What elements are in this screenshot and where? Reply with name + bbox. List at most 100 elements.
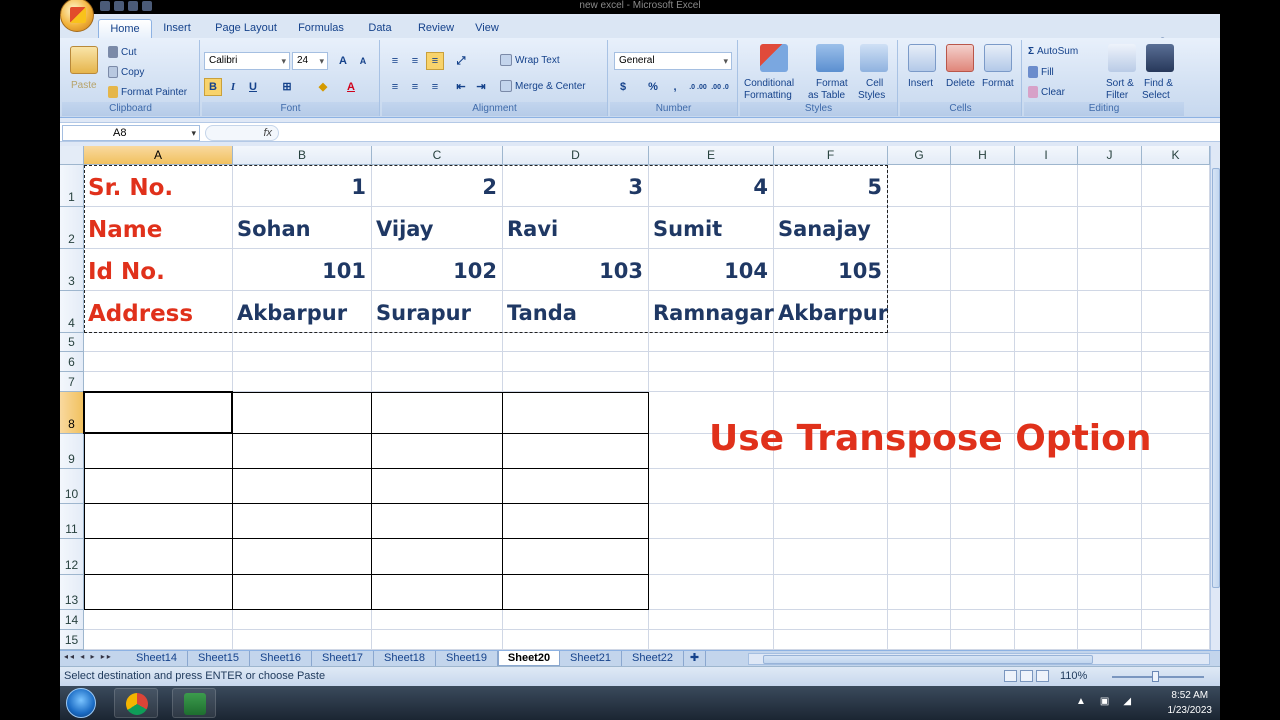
vertical-scrollbar[interactable]: [1210, 146, 1220, 650]
cell-styles-button[interactable]: Cell: [866, 78, 883, 89]
percent-button[interactable]: %: [644, 78, 662, 96]
italic-button[interactable]: I: [224, 78, 242, 96]
decrease-decimal-button[interactable]: .00 .0: [710, 78, 730, 96]
sort-filter-button[interactable]: Sort &: [1106, 78, 1134, 89]
row-header-10[interactable]: 10: [60, 469, 84, 504]
row-header-6[interactable]: 6: [60, 352, 84, 372]
bold-button[interactable]: B: [204, 78, 222, 96]
increase-decimal-button[interactable]: .0 .00: [688, 78, 708, 96]
row-header-8[interactable]: 8: [60, 392, 84, 434]
row-header-2[interactable]: 2: [60, 207, 84, 249]
redo-icon[interactable]: [128, 1, 138, 11]
column-header-j[interactable]: J: [1078, 146, 1142, 165]
vertical-scroll-thumb[interactable]: [1212, 168, 1220, 588]
align-right-icon[interactable]: ≡: [426, 78, 444, 96]
font-name-select[interactable]: Calibri: [204, 52, 290, 70]
orientation-icon[interactable]: ⤢: [452, 52, 470, 70]
column-header-c[interactable]: C: [372, 146, 503, 165]
column-header-a[interactable]: A: [84, 146, 233, 165]
print-icon[interactable]: [142, 1, 152, 11]
row-header-7[interactable]: 7: [60, 372, 84, 392]
paste-icon[interactable]: [70, 46, 98, 74]
conditional-formatting-button[interactable]: Conditional: [744, 78, 794, 89]
fill-color-icon[interactable]: ◆: [314, 78, 332, 96]
zoom-level[interactable]: 110%: [1060, 670, 1087, 682]
row-header-1[interactable]: 1: [60, 165, 84, 207]
network-icon[interactable]: ▣: [1100, 696, 1109, 707]
row-header-3[interactable]: 3: [60, 249, 84, 291]
start-button-icon[interactable]: [66, 688, 96, 718]
decrease-indent-icon[interactable]: ⇤: [452, 78, 470, 96]
row-header-13[interactable]: 13: [60, 575, 84, 610]
merge-center-button[interactable]: Merge & Center: [500, 80, 586, 92]
column-header-g[interactable]: G: [888, 146, 951, 165]
increase-indent-icon[interactable]: ⇥: [472, 78, 490, 96]
insert-cells-button[interactable]: Insert: [908, 78, 933, 89]
row-header-11[interactable]: 11: [60, 504, 84, 539]
column-header-f[interactable]: F: [774, 146, 888, 165]
row-header-9[interactable]: 9: [60, 434, 84, 469]
undo-icon[interactable]: [114, 1, 124, 11]
select-all-corner[interactable]: [60, 146, 84, 165]
row-header-4[interactable]: 4: [60, 291, 84, 333]
font-color-icon[interactable]: A: [342, 78, 360, 96]
sheet-tab-sheet16[interactable]: Sheet16: [250, 651, 312, 666]
volume-icon[interactable]: ◢: [1123, 696, 1131, 707]
align-left-icon[interactable]: ≡: [386, 78, 404, 96]
delete-cells-button[interactable]: Delete: [946, 78, 975, 89]
tab-page-layout[interactable]: Page Layout: [210, 19, 282, 38]
tab-insert[interactable]: Insert: [156, 19, 198, 38]
fill-button[interactable]: Fill: [1028, 66, 1054, 78]
sheet-tab-sheet17[interactable]: Sheet17: [312, 651, 374, 666]
borders-icon[interactable]: ⊞: [278, 78, 296, 96]
find-select-button[interactable]: Find &: [1144, 78, 1173, 89]
wrap-text-button[interactable]: Wrap Text: [500, 54, 560, 66]
format-as-table-button[interactable]: Format: [816, 78, 848, 89]
underline-button[interactable]: U: [244, 78, 262, 96]
format-painter-button[interactable]: Format Painter: [108, 86, 187, 98]
grow-font-icon[interactable]: A: [334, 52, 352, 70]
tab-view[interactable]: View: [470, 19, 504, 38]
copy-button[interactable]: Copy: [108, 66, 144, 78]
font-size-select[interactable]: 24: [292, 52, 328, 70]
tray-arrow-icon[interactable]: ▲: [1076, 696, 1086, 707]
page-layout-view-icon[interactable]: [1020, 670, 1033, 682]
cut-button[interactable]: Cut: [108, 46, 137, 58]
align-center-icon[interactable]: ≡: [406, 78, 424, 96]
row-header-12[interactable]: 12: [60, 539, 84, 575]
tab-review[interactable]: Review: [412, 19, 460, 38]
zoom-slider-knob[interactable]: [1152, 671, 1159, 682]
row-header-15[interactable]: 15: [60, 630, 84, 650]
sheet-tab-sheet20[interactable]: Sheet20: [498, 651, 560, 666]
autosum-button[interactable]: Σ AutoSum: [1028, 46, 1078, 57]
active-cell-a8[interactable]: [83, 391, 233, 434]
comma-button[interactable]: ,: [666, 78, 684, 96]
sheet-tab-sheet18[interactable]: Sheet18: [374, 651, 436, 666]
worksheet-grid[interactable]: A B C D E F G H I J K 1 2 3 4 5 6 7 8 9 10 11 12 13 14 15 Sr. No. 1…: [60, 146, 1210, 650]
align-bottom-icon[interactable]: ≡: [426, 52, 444, 70]
sheet-tab-sheet19[interactable]: Sheet19: [436, 651, 498, 666]
name-box[interactable]: A8: [62, 125, 200, 141]
page-break-view-icon[interactable]: [1036, 670, 1049, 682]
excel-taskbar-button[interactable]: [172, 688, 216, 718]
column-header-d[interactable]: D: [503, 146, 649, 165]
format-cells-button[interactable]: Format: [982, 78, 1014, 89]
number-format-select[interactable]: General: [614, 52, 732, 70]
horizontal-scroll-thumb[interactable]: [763, 655, 1093, 664]
column-header-k[interactable]: K: [1142, 146, 1210, 165]
column-header-h[interactable]: H: [951, 146, 1015, 165]
fx-icon[interactable]: fx: [205, 125, 279, 141]
sheet-nav-arrows-icon[interactable]: ◂◂ ◂ ▸ ▸▸: [64, 652, 113, 661]
column-header-i[interactable]: I: [1015, 146, 1078, 165]
taskbar-clock[interactable]: 8:52 AM 1/23/2023: [1168, 688, 1213, 718]
save-icon[interactable]: [100, 1, 110, 11]
row-header-14[interactable]: 14: [60, 610, 84, 630]
formula-input[interactable]: [282, 125, 1212, 141]
clear-button[interactable]: Clear: [1028, 86, 1065, 98]
shrink-font-icon[interactable]: A: [354, 52, 372, 70]
align-middle-icon[interactable]: ≡: [406, 52, 424, 70]
sheet-tab-sheet22[interactable]: Sheet22: [622, 651, 684, 666]
insert-sheet-icon[interactable]: ✚: [684, 651, 706, 666]
currency-button[interactable]: $: [614, 78, 632, 96]
column-header-b[interactable]: B: [233, 146, 372, 165]
